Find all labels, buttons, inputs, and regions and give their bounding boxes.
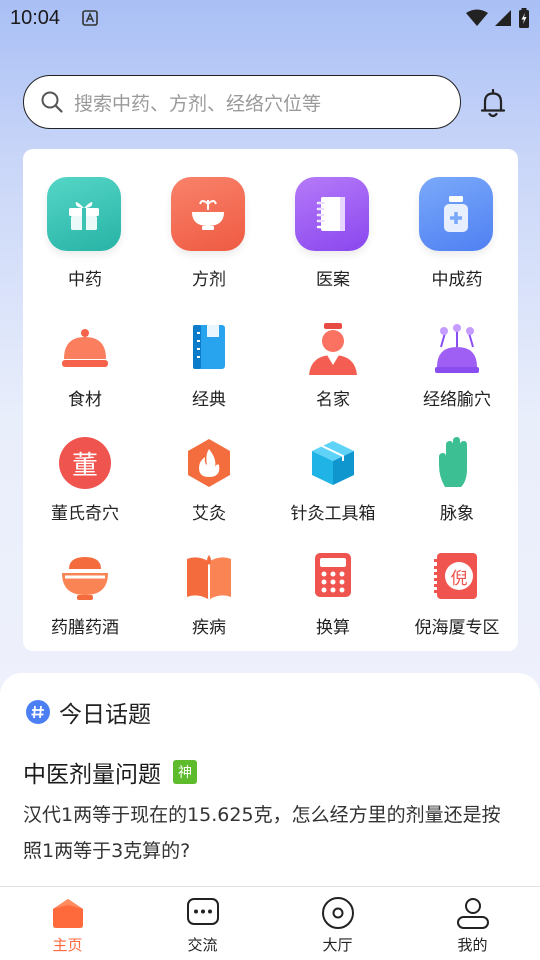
topic-body: 汉代1两等于现在的15.625克，怎么经方里的剂量还是按照1两等于3克算的?	[23, 804, 501, 862]
notification-a-icon	[82, 10, 98, 26]
profile-icon	[456, 898, 489, 929]
grid-item-label: 经典	[192, 390, 226, 410]
grid-item-label: 药膳药酒	[51, 618, 119, 638]
nav-profile[interactable]: 我的	[405, 887, 540, 960]
grid-item-huansuan[interactable]: 换算	[271, 551, 395, 661]
grid-item-label: 董氏奇穴	[51, 504, 119, 524]
grid-item-yian[interactable]: 医案	[271, 177, 395, 290]
grid-item-zhongyao[interactable]: 中药	[23, 177, 147, 290]
open-book-icon	[187, 555, 231, 599]
grid-item-jingdian[interactable]: 经典	[147, 323, 271, 433]
scholar-icon	[309, 323, 357, 375]
topic-header-title: 今日话题	[59, 702, 151, 728]
toolbox-icon	[312, 441, 354, 485]
bell-icon[interactable]	[477, 87, 509, 119]
food-cover-icon	[62, 329, 108, 367]
grid-item-zhongchengyao[interactable]: 中成药	[395, 177, 519, 290]
nav-hall[interactable]: 大厅	[270, 887, 405, 960]
hall-icon	[321, 897, 354, 929]
gift-box-icon	[47, 177, 121, 251]
ni-notebook-icon: 倪	[434, 553, 477, 599]
nav-profile-label: 我的	[457, 936, 488, 954]
hand-icon	[439, 437, 467, 487]
grid-item-label: 中成药	[431, 270, 483, 290]
category-grid: 中药 方剂 医案 中成药 食材 经典 名家 经络腧穴 董 董氏奇穴 艾灸 针灸工…	[23, 149, 518, 651]
nav-chat[interactable]: 交流	[135, 887, 270, 960]
grid-item-jibing[interactable]: 疾病	[147, 551, 271, 661]
topic-title-row[interactable]: 中医剂量问题 神	[23, 755, 197, 789]
search-input[interactable]: 搜索中药、方剂、经络穴位等	[23, 75, 461, 129]
chat-icon	[186, 898, 219, 925]
food-bowl-icon	[62, 557, 108, 600]
flame-icon	[188, 439, 230, 487]
grid-item-label: 方剂	[192, 270, 226, 290]
hashtag-icon	[26, 700, 50, 724]
search-placeholder: 搜索中药、方剂、经络穴位等	[74, 92, 322, 115]
grid-item-fangji[interactable]: 方剂	[147, 177, 271, 290]
nav-home[interactable]: 主页	[0, 887, 135, 960]
ni-glyph: 倪	[445, 562, 473, 590]
book-icon	[193, 325, 225, 369]
home-icon	[52, 899, 83, 928]
grid-item-label: 经络腧穴	[423, 390, 491, 410]
acupoint-pins-icon	[435, 324, 479, 373]
status-time: 10:04	[10, 7, 61, 29]
grid-item-label: 中药	[68, 270, 102, 290]
topic-header: 今日话题	[25, 695, 151, 729]
grid-item-yaoshan[interactable]: 药膳药酒	[23, 551, 147, 661]
battery-icon	[519, 8, 529, 28]
topic-title: 中医剂量问题	[23, 762, 161, 788]
grid-item-maixiang[interactable]: 脉象	[395, 437, 519, 547]
grid-item-label: 医案	[316, 270, 350, 290]
dong-badge-icon: 董	[59, 437, 111, 489]
grid-item-label: 食材	[68, 390, 102, 410]
notebook-icon	[295, 177, 369, 251]
grid-item-label: 倪海厦专区	[414, 618, 500, 638]
medicine-bottle-icon	[419, 177, 493, 251]
grid-item-label: 脉象	[440, 504, 474, 524]
nav-chat-label: 交流	[187, 936, 218, 954]
topic-badge: 神	[173, 760, 197, 784]
grid-item-label: 艾灸	[192, 504, 226, 524]
nav-home-label: 主页	[52, 936, 83, 954]
signal-icon	[495, 10, 511, 26]
nav-hall-label: 大厅	[322, 936, 353, 954]
status-bar: 10:04	[0, 0, 540, 36]
grid-item-zhenjiu-toolbox[interactable]: 针灸工具箱	[271, 437, 395, 547]
grid-item-label: 疾病	[192, 618, 226, 638]
search-row: 搜索中药、方剂、经络穴位等	[23, 75, 517, 129]
wifi-icon	[466, 9, 488, 26]
grid-item-aijiu[interactable]: 艾灸	[147, 437, 271, 547]
grid-item-label: 换算	[316, 618, 350, 638]
mortar-bowl-icon	[171, 177, 245, 251]
grid-item-jingluo[interactable]: 经络腧穴	[395, 323, 519, 433]
search-icon	[41, 91, 63, 113]
calculator-icon	[315, 553, 351, 597]
bottom-nav: 主页 交流 大厅 我的	[0, 886, 540, 960]
today-topic-card[interactable]: 今日话题 中医剂量问题 神 汉代1两等于现在的15.625克，怎么经方里的剂量还…	[0, 673, 540, 893]
grid-item-label: 名家	[316, 390, 350, 410]
grid-item-mingjia[interactable]: 名家	[271, 323, 395, 433]
grid-item-dongshi[interactable]: 董 董氏奇穴	[23, 437, 147, 547]
grid-item-nihaixia[interactable]: 倪 倪海厦专区	[395, 551, 519, 661]
grid-item-label: 针灸工具箱	[290, 504, 376, 524]
grid-item-shicai[interactable]: 食材	[23, 323, 147, 433]
